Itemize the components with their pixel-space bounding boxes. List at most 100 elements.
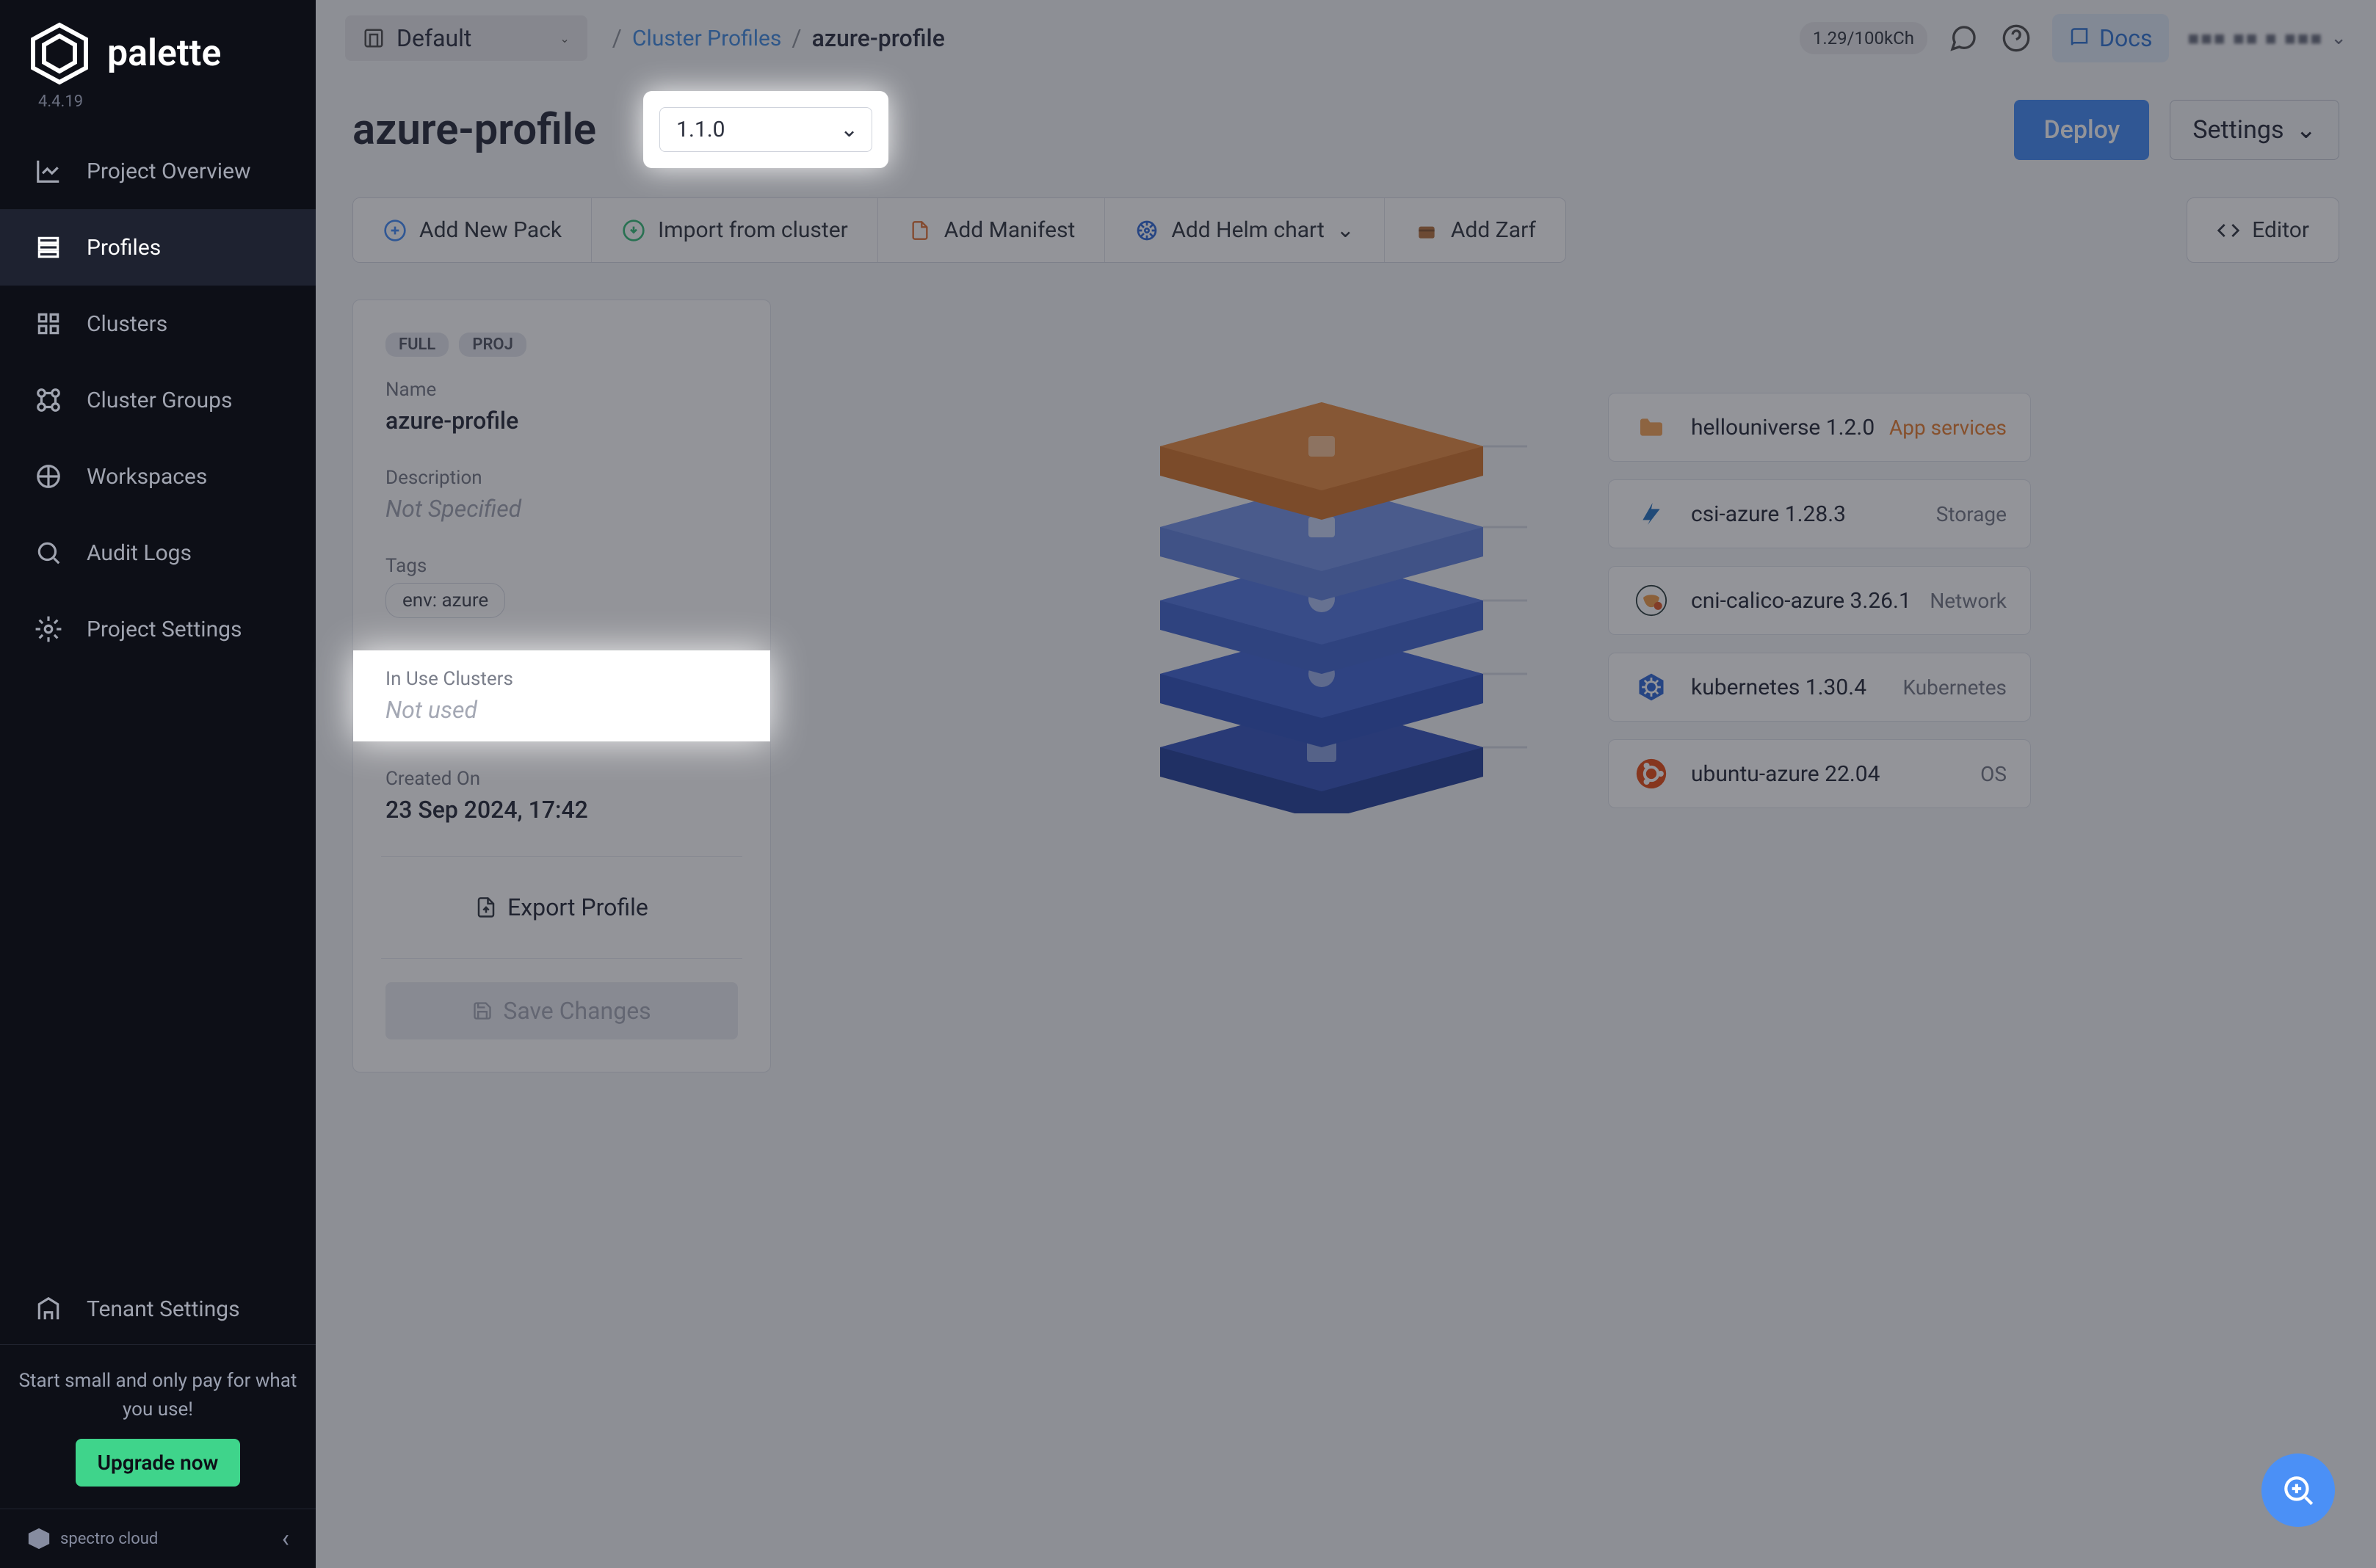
user-menu[interactable]: ■■■ ■■ ■ ■■■ ⌄	[2188, 27, 2347, 50]
sidebar-item-tenant-settings[interactable]: Tenant Settings	[0, 1274, 316, 1344]
helm-icon	[1134, 218, 1159, 243]
chevron-down-icon: ⌄	[840, 117, 858, 142]
chevron-down-icon: ⌄	[2330, 27, 2347, 49]
folder-icon	[1632, 408, 1670, 446]
deploy-button[interactable]: Deploy	[2014, 100, 2149, 160]
page-title: azure-profile	[352, 105, 596, 155]
manifest-label: Add Manifest	[944, 217, 1076, 243]
layer-row[interactable]: kubernetes 1.30.4 Kubernetes	[1608, 653, 2031, 722]
sidebar-item-project-overview[interactable]: Project Overview	[0, 133, 316, 209]
app-version: 4.4.19	[0, 92, 316, 133]
add-pack-label: Add New Pack	[419, 217, 562, 243]
layer-type: App services	[1889, 415, 2007, 440]
add-zarf-button[interactable]: Add Zarf	[1385, 198, 1565, 262]
divider	[381, 856, 742, 857]
logo: palette	[0, 0, 316, 92]
version-selector[interactable]: 1.1.0 ⌄	[659, 107, 872, 152]
chevron-down-icon: ⌄	[2296, 115, 2317, 145]
download-circle-icon	[621, 218, 646, 243]
sidebar-item-project-settings[interactable]: Project Settings	[0, 591, 316, 667]
tag-chip: env: azure	[385, 583, 505, 618]
save-changes-button[interactable]: Save Changes	[385, 982, 738, 1039]
divider	[381, 958, 742, 959]
sidebar-item-label: Cluster Groups	[87, 388, 232, 413]
description-label: Description	[385, 467, 738, 489]
layer-row[interactable]: ubuntu-azure 22.04 OS	[1608, 739, 2031, 808]
layer-name: kubernetes 1.30.4	[1691, 675, 1902, 700]
profiles-icon	[32, 231, 65, 264]
layer-name: cni-calico-azure 3.26.1	[1691, 588, 1930, 614]
layer-row[interactable]: hellouniverse 1.2.0 App services	[1608, 393, 2031, 462]
name-label: Name	[385, 379, 738, 401]
export-label: Export Profile	[507, 893, 648, 921]
sidebar: palette 4.4.19 Project Overview Profiles…	[0, 0, 316, 1568]
sidebar-item-label: Profiles	[87, 235, 161, 261]
chevron-down-icon: ⌄	[559, 32, 569, 46]
badge-full: FULL	[385, 333, 449, 357]
breadcrumb-parent[interactable]: Cluster Profiles	[632, 26, 781, 51]
usage-indicator[interactable]: 1.29/100kCh	[1800, 22, 1927, 54]
layer-list: hellouniverse 1.2.0 App services csi-azu…	[1608, 393, 2031, 808]
sidebar-nav: Project Overview Profiles Clusters Clust…	[0, 133, 316, 1274]
helm-label: Add Helm chart	[1171, 217, 1324, 243]
layer-type: Network	[1930, 589, 2007, 613]
logo-text: palette	[107, 32, 221, 75]
description-value: Not Specified	[385, 495, 738, 523]
save-icon	[472, 1001, 493, 1021]
badge-proj: PROJ	[459, 333, 526, 357]
layer-name: hellouniverse 1.2.0	[1691, 415, 1889, 440]
add-manifest-button[interactable]: Add Manifest	[878, 198, 1106, 262]
zarf-icon	[1414, 218, 1439, 243]
layer-row[interactable]: cni-calico-azure 3.26.1 Network	[1608, 566, 2031, 635]
sidebar-item-workspaces[interactable]: Workspaces	[0, 438, 316, 515]
toolbar: Add New Pack Import from cluster Add Man…	[352, 197, 2339, 263]
project-name: Default	[396, 24, 471, 52]
layer-row[interactable]: csi-azure 1.28.3 Storage	[1608, 479, 2031, 548]
tenant-icon	[32, 1293, 65, 1325]
content: FULL PROJ Name azure-profile Description…	[316, 263, 2376, 1568]
editor-button[interactable]: Editor	[2187, 197, 2339, 263]
sidebar-item-profiles[interactable]: Profiles	[0, 209, 316, 286]
project-icon	[363, 27, 385, 49]
chat-icon[interactable]	[1946, 21, 1980, 55]
sidebar-item-audit-logs[interactable]: Audit Logs	[0, 515, 316, 591]
plus-circle-icon	[383, 218, 408, 243]
zarf-label: Add Zarf	[1451, 217, 1536, 243]
import-label: Import from cluster	[658, 217, 848, 243]
layer-name: ubuntu-azure 22.04	[1691, 761, 1980, 787]
layer-name: csi-azure 1.28.3	[1691, 501, 1936, 527]
settings-button[interactable]: Settings ⌄	[2170, 100, 2339, 160]
topbar: Default ⌄ / Cluster Profiles / azure-pro…	[316, 0, 2376, 76]
upgrade-button[interactable]: Upgrade now	[76, 1439, 241, 1487]
layer-type: OS	[1980, 762, 2007, 786]
add-pack-button[interactable]: Add New Pack	[353, 198, 592, 262]
sidebar-item-label: Clusters	[87, 311, 167, 337]
sidebar-item-label: Project Settings	[87, 617, 242, 642]
sidebar-item-clusters[interactable]: Clusters	[0, 286, 316, 362]
help-icon[interactable]	[1999, 21, 2033, 55]
layer-stack-graphic	[1116, 388, 1527, 813]
import-cluster-button[interactable]: Import from cluster	[592, 198, 878, 262]
breadcrumb-current: azure-profile	[812, 24, 945, 52]
docs-button[interactable]: Docs	[2052, 14, 2169, 62]
calico-icon	[1632, 581, 1670, 620]
stack-area: hellouniverse 1.2.0 App services csi-azu…	[808, 300, 2339, 813]
chat-fab[interactable]	[2261, 1453, 2335, 1527]
inuse-value: Not used	[385, 696, 738, 724]
profile-details-card: FULL PROJ Name azure-profile Description…	[352, 300, 771, 1072]
collapse-sidebar-icon[interactable]: ‹	[282, 1524, 289, 1553]
breadcrumb-sep: /	[792, 24, 801, 52]
add-helm-button[interactable]: Add Helm chart ⌄	[1105, 198, 1385, 262]
code-icon	[2217, 219, 2240, 242]
subheader: azure-profile 1.1.0 ⌄ Deploy Settings ⌄	[316, 76, 2376, 197]
user-name-blurred: ■■■ ■■ ■ ■■■	[2188, 27, 2324, 50]
export-profile-button[interactable]: Export Profile	[385, 880, 738, 934]
layer-type: Kubernetes	[1902, 675, 2007, 700]
sidebar-item-cluster-groups[interactable]: Cluster Groups	[0, 362, 316, 438]
project-selector[interactable]: Default ⌄	[345, 15, 587, 61]
manifest-icon	[908, 218, 932, 243]
layer-type: Storage	[1936, 502, 2007, 526]
created-label: Created On	[385, 768, 738, 790]
palette-logo-icon	[26, 21, 93, 87]
kubernetes-icon	[1632, 668, 1670, 706]
